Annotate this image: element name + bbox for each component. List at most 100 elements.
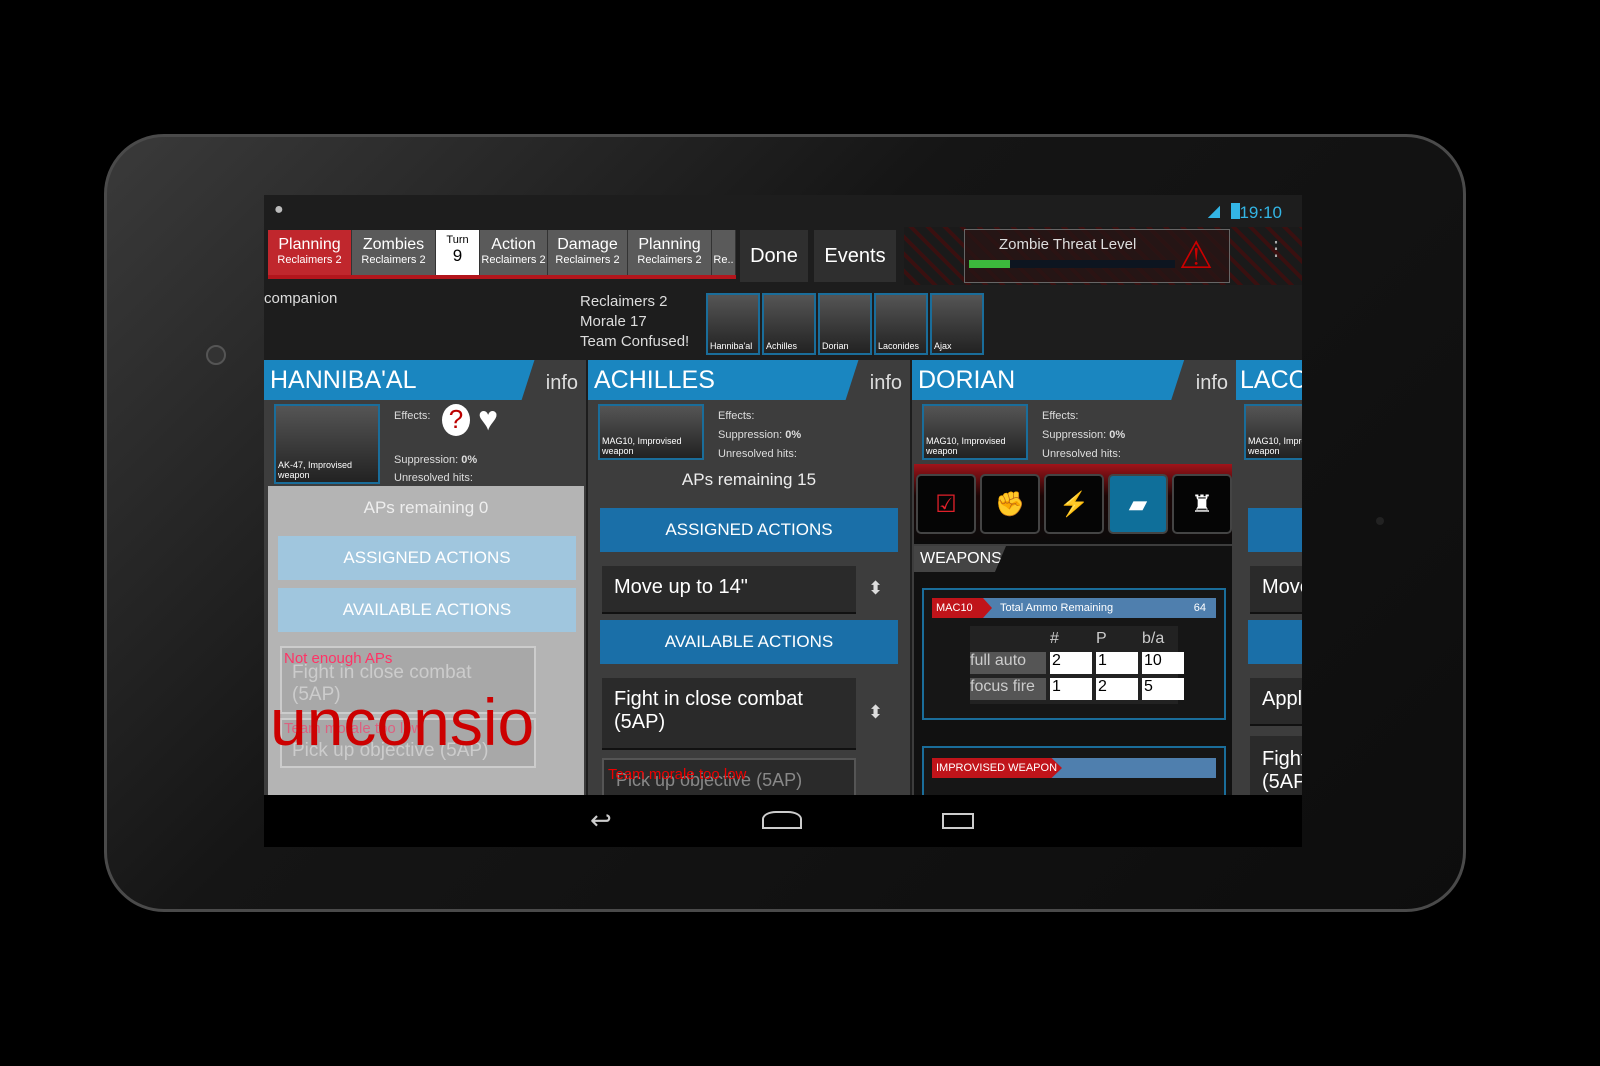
tab-title: Zombies <box>362 236 425 253</box>
companion-label: companion <box>264 290 338 307</box>
assigned-actions-header: ASSIGNED ACTIONS <box>600 508 898 552</box>
turn-value: 9 <box>452 246 463 265</box>
roster-member[interactable]: Achilles <box>762 293 816 355</box>
confused-effect-icon[interactable]: ? <box>442 404 470 436</box>
weapon-summary: MAG10, Improvised weapon <box>926 436 1006 456</box>
team-roster: Hanniba'al Achilles Dorian Laconides Aja… <box>706 293 984 355</box>
turn-label: Turn <box>446 234 469 246</box>
back-icon[interactable]: ↩ <box>590 805 612 836</box>
bleeding-effect-icon[interactable]: ♥ <box>478 400 498 439</box>
unresolved-hits-label: Unresolved hits: <box>718 448 797 460</box>
ammo-label: Total Ammo Remaining <box>1000 602 1114 614</box>
warning-text: Not enough APs <box>284 650 393 667</box>
character-portrait: MAG10, Improvised weapon <box>598 404 704 460</box>
roster-member[interactable]: Dorian <box>818 293 872 355</box>
weapons-header: WEAPONS <box>914 546 1006 572</box>
value-cell[interactable]: 1 <box>1096 652 1138 674</box>
tab-title: Damage <box>557 236 618 253</box>
done-button[interactable]: Done <box>740 230 808 282</box>
effects-label: Effects: <box>394 410 431 422</box>
tab-title: Planning <box>278 236 341 253</box>
available-actions-header: AVAILABLE ACTIONS <box>600 620 898 664</box>
character-portrait: MAG10, Impro weapon <box>1244 404 1302 460</box>
value-cell[interactable]: 1 <box>1050 678 1092 700</box>
info-button[interactable]: info <box>1196 372 1228 395</box>
phase-underline <box>268 275 736 279</box>
checklist-icon[interactable]: ☑ <box>916 474 976 534</box>
phase-tab-zombies[interactable]: Zombies Reclaimers 2 <box>352 230 436 276</box>
character-portrait: AK-47, Improvised weapon <box>274 404 380 484</box>
threat-label: Zombie Threat Level <box>999 236 1137 253</box>
assigned-action-move[interactable]: Move up to 14" <box>602 566 856 614</box>
pistol-icon[interactable]: ▰ <box>1108 474 1168 534</box>
member-name: Achilles <box>766 341 798 351</box>
sensor <box>1376 517 1384 525</box>
action-label: Fight in close combat (5AP) <box>614 688 803 733</box>
effects-label: Effects: <box>1042 410 1079 422</box>
app-screen: ● ◢ 19:10 Planning Reclaimers 2 Zombies Re… <box>264 195 1302 847</box>
value-cell[interactable]: 2 <box>1096 678 1138 700</box>
action-item[interactable]: Fight (5AP <box>1250 736 1302 800</box>
tab-sub: Reclaimers 2 <box>637 254 702 266</box>
assigned-action[interactable]: Move <box>1250 566 1302 614</box>
character-name: ACHILLES <box>594 366 715 394</box>
threat-bar-track <box>969 260 1175 268</box>
recent-apps-icon[interactable] <box>942 813 974 829</box>
weapon-card-mac10: MAC10 Total Ammo Remaining 64 # P b/a fu… <box>922 588 1226 720</box>
weapon-bar: IMPROVISED WEAPON <box>932 758 1216 778</box>
character-header: LACO <box>1236 360 1302 400</box>
action-fight-close-combat[interactable]: Fight in close combat (5AP) <box>602 678 856 750</box>
tab-title: Planning <box>638 236 701 253</box>
fire-mode-table: # P b/a full auto 2 1 10 focus fire 1 2 … <box>970 626 1184 704</box>
fist-icon[interactable]: ✊ <box>980 474 1040 534</box>
value-cell[interactable]: 2 <box>1050 652 1092 674</box>
character-panel-achilles: ACHILLES info MAG10, Improvised weapon E… <box>588 360 910 800</box>
character-header: DORIAN <box>912 360 1185 400</box>
suppression-label: Suppression: <box>1042 429 1107 441</box>
lightning-icon[interactable]: ⚡ <box>1044 474 1104 534</box>
roster-member[interactable]: Laconides <box>874 293 928 355</box>
value-cell[interactable]: 5 <box>1142 678 1184 700</box>
tab-sub: Reclaimers 2 <box>555 254 620 266</box>
info-button[interactable]: info <box>870 372 902 395</box>
phase-tab-planning-2[interactable]: Planning Reclaimers 2 <box>628 230 712 276</box>
unresolved-hits-label: Unresolved hits: <box>394 472 473 484</box>
events-button[interactable]: Events <box>814 230 896 282</box>
fire-mode-label: full auto <box>970 652 1046 674</box>
weapon-name: IMPROVISED WEAPON <box>932 758 1062 778</box>
home-icon[interactable] <box>762 811 802 829</box>
roster-member[interactable]: Ajax <box>930 293 984 355</box>
character-panel-dorian: DORIAN info MAG10, Improvised weapon Eff… <box>912 360 1236 800</box>
fire-mode-label: focus fire <box>970 678 1046 700</box>
weapon-summary: MAG10, Impro weapon <box>1248 436 1302 456</box>
zombie-threat-meter: Zombie Threat Level ⚠ <box>964 229 1230 283</box>
value-cell[interactable]: 10 <box>1142 652 1184 674</box>
phase-tab-planning[interactable]: Planning Reclaimers 2 <box>268 230 352 276</box>
assigned-actions-header <box>1248 508 1302 552</box>
weapon-summary: MAG10, Improvised weapon <box>602 436 682 456</box>
phase-tab-action[interactable]: Action Reclaimers 2 <box>480 230 548 276</box>
android-icon: ● <box>274 201 284 218</box>
team-summary: Reclaimers 2 Morale 17 Team Confused! <box>580 292 689 352</box>
col-header: P <box>1096 630 1107 647</box>
character-header: ACHILLES <box>588 360 859 400</box>
phase-tab-damage[interactable]: Damage Reclaimers 2 <box>548 230 628 276</box>
roster-member[interactable]: Hanniba'al <box>706 293 760 355</box>
overflow-menu-icon[interactable]: ⋮ <box>1266 239 1286 259</box>
disabled-overlay: APs remaining 0 ASSIGNED ACTIONS AVAILAB… <box>268 486 584 800</box>
col-header: b/a <box>1142 630 1165 647</box>
suppression-label: Suppression: <box>718 429 783 441</box>
character-panel-hannibaal: HANNIBA'AL info AK-47, Improvised weapon… <box>264 360 586 800</box>
member-name: Hanniba'al <box>710 341 753 351</box>
reorder-handle-icon[interactable]: ⬍ <box>868 578 883 599</box>
phase-tab-more[interactable]: Re.. <box>712 230 736 276</box>
member-name: Dorian <box>822 341 849 351</box>
suppression-value: 0% <box>785 429 802 441</box>
armor-icon[interactable]: ♜ <box>1172 474 1232 534</box>
action-item[interactable]: Appl <box>1250 678 1302 726</box>
turn-indicator: Turn 9 <box>436 230 480 276</box>
tab-sub: Reclaimers 2 <box>277 254 342 266</box>
suppression-value: 0% <box>461 454 478 466</box>
info-button[interactable]: info <box>546 372 578 395</box>
reorder-handle-icon[interactable]: ⬍ <box>868 702 883 723</box>
